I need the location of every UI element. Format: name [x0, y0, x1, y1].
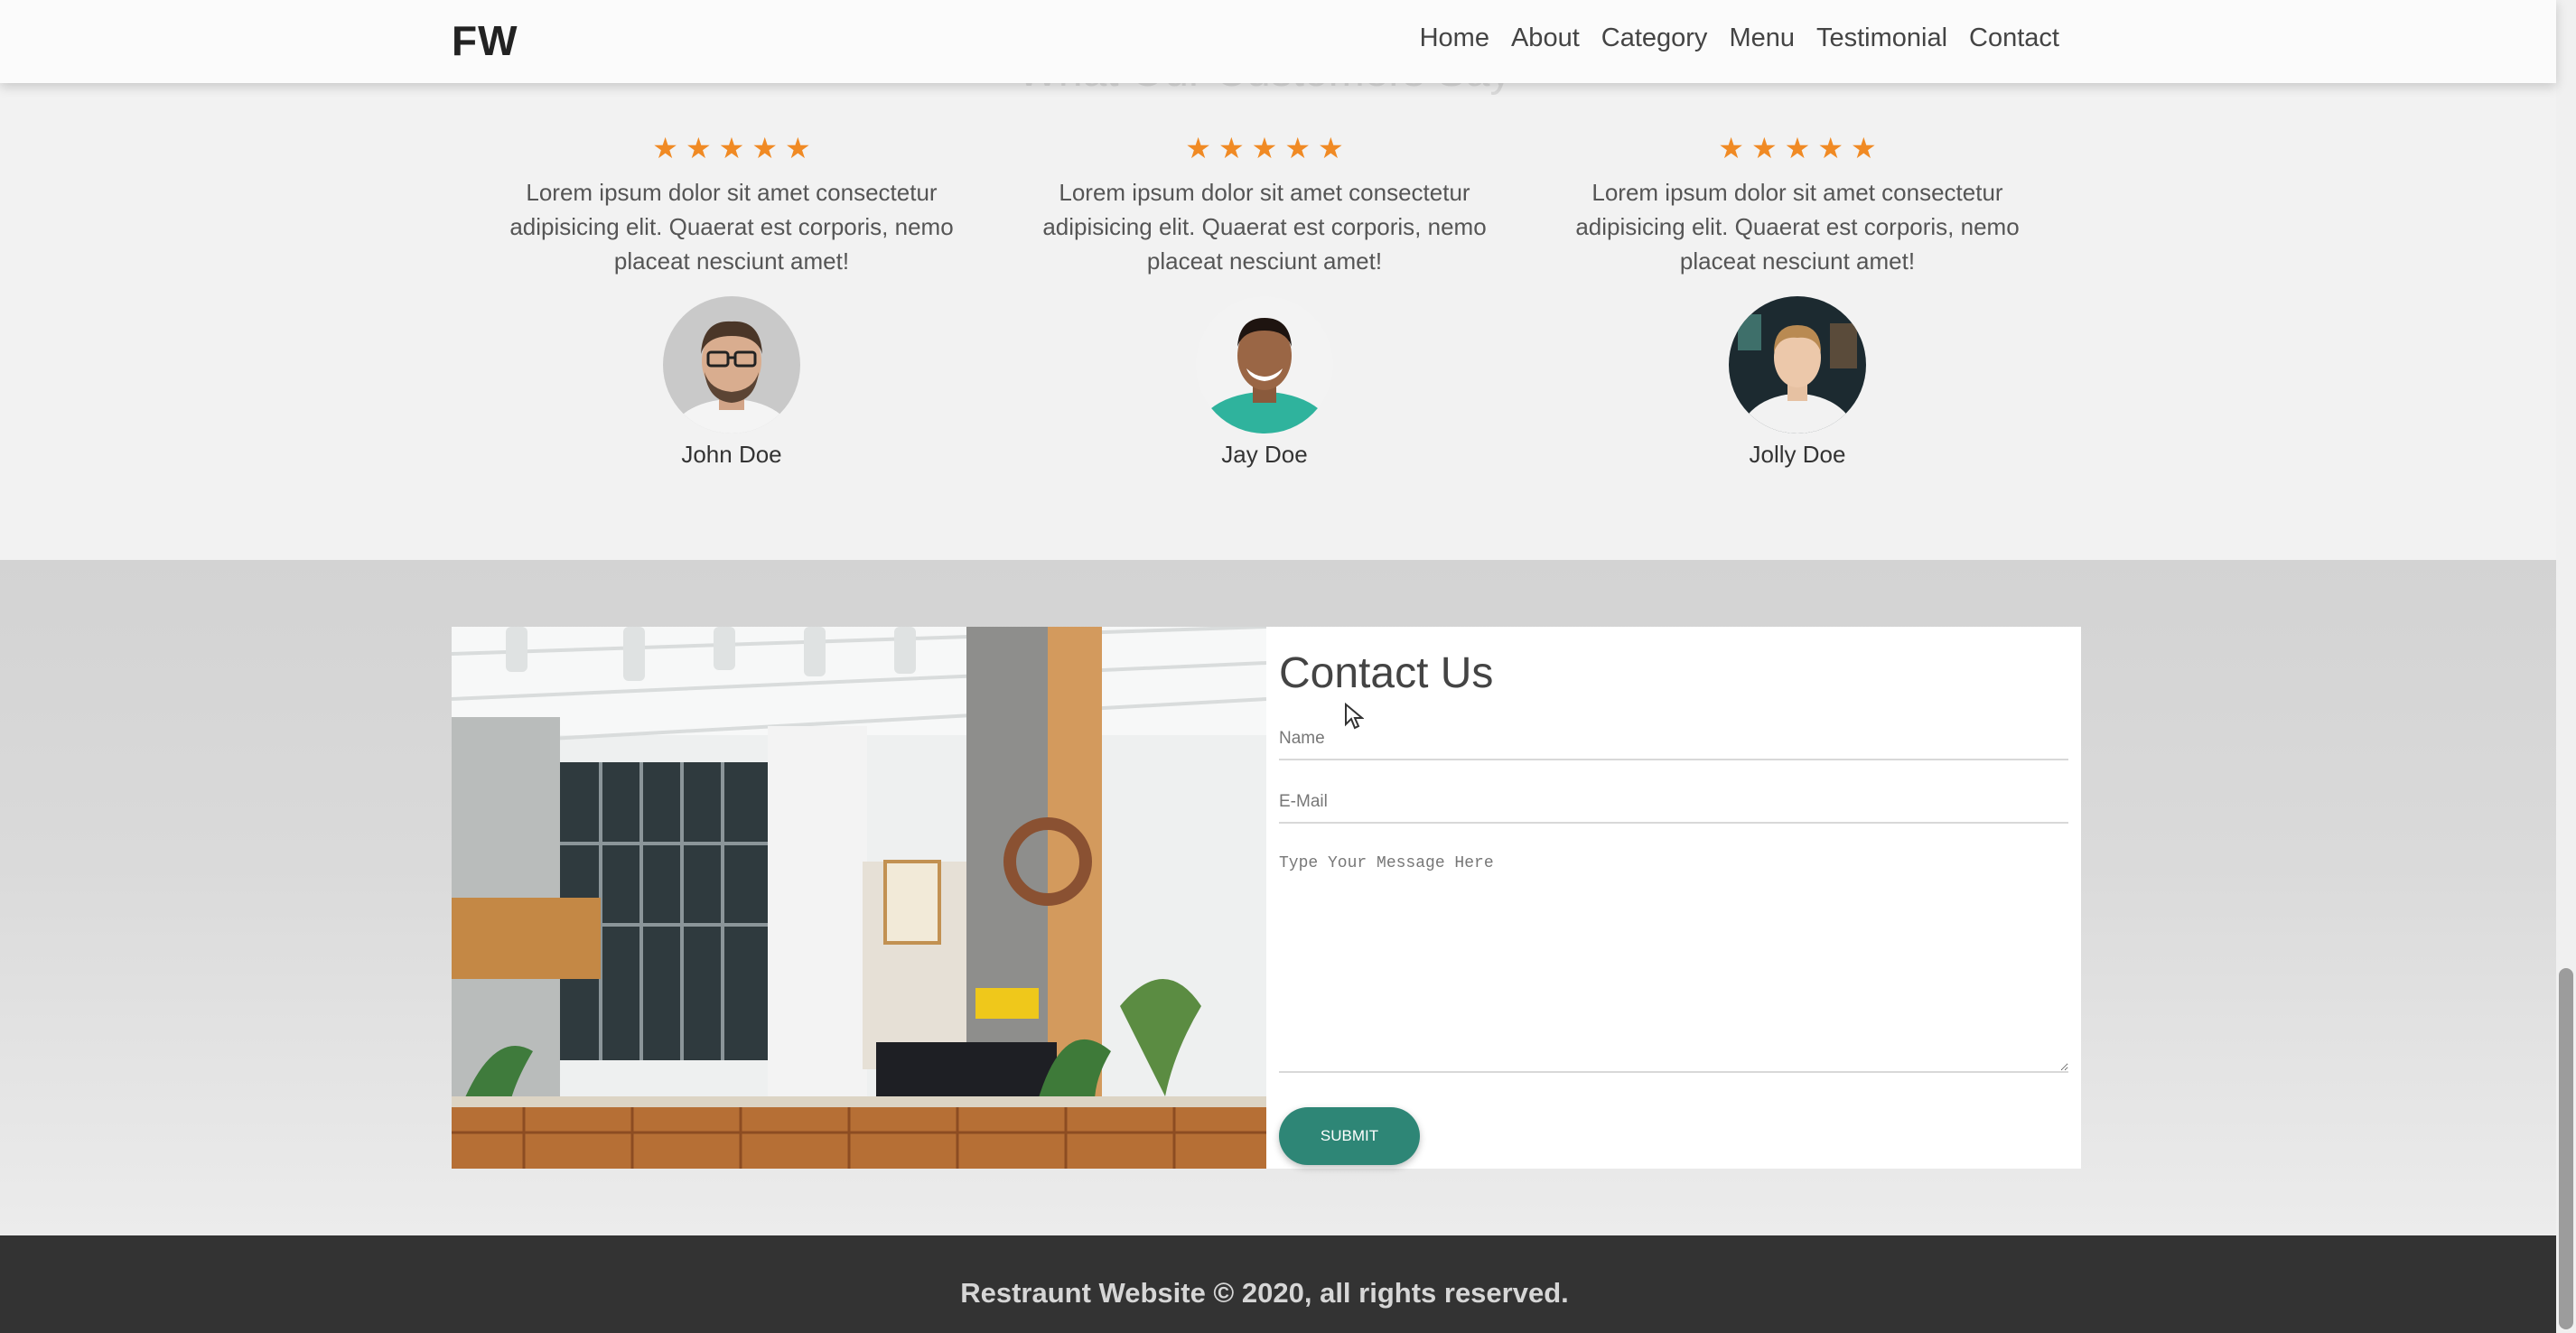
message-textarea[interactable]	[1279, 851, 2068, 1073]
star-icon: ★	[718, 132, 745, 164]
star-icon: ★	[1851, 132, 1877, 164]
testimonial-card: ★ ★ ★ ★ ★ Lorem ipsum dolor sit amet con…	[479, 134, 985, 469]
avatar	[663, 296, 800, 433]
logo[interactable]: FW	[452, 16, 518, 65]
testimonial-card: ★ ★ ★ ★ ★ Lorem ipsum dolor sit amet con…	[1012, 134, 1517, 469]
nav-links: Home About Category Menu Testimonial Con…	[1420, 23, 2059, 53]
star-icon: ★	[1251, 132, 1278, 164]
email-input[interactable]	[1279, 782, 2068, 824]
submit-button[interactable]: SUBMIT	[1279, 1107, 1420, 1165]
customer-name: John Doe	[681, 441, 782, 468]
star-icon: ★	[652, 132, 678, 164]
scrollbar[interactable]	[2556, 0, 2576, 1333]
nav-link-home[interactable]: Home	[1420, 23, 1489, 53]
footer: Restraunt Website © 2020, all rights res…	[0, 1235, 2556, 1333]
scrollbar-thumb[interactable]	[2559, 968, 2573, 1329]
star-icon: ★	[1284, 132, 1311, 164]
restaurant-photo	[452, 627, 1266, 1169]
star-icon: ★	[1718, 132, 1744, 164]
star-icon: ★	[785, 132, 811, 164]
nav-link-category[interactable]: Category	[1601, 23, 1708, 53]
contact-form: Contact Us SUBMIT	[1266, 627, 2081, 1169]
page: FW Home About Category Menu Testimonial …	[0, 0, 2576, 1333]
star-icon: ★	[1318, 132, 1344, 164]
nav-link-testimonial[interactable]: Testimonial	[1816, 23, 1947, 53]
star-icon: ★	[685, 132, 712, 164]
star-icon: ★	[1218, 132, 1245, 164]
testimonial-text: Lorem ipsum dolor sit amet consectetur a…	[509, 179, 954, 275]
star-icon: ★	[751, 132, 779, 164]
copyright-text: Restraunt Website © 2020, all rights res…	[960, 1277, 1569, 1309]
testimonial-text: Lorem ipsum dolor sit amet consectetur a…	[1575, 179, 2020, 275]
nav-link-contact[interactable]: Contact	[1969, 23, 2059, 53]
mouse-cursor-icon	[1345, 703, 1364, 730]
contact-title: Contact Us	[1279, 649, 1494, 697]
star-icon: ★	[1784, 132, 1811, 164]
testimonial-text: Lorem ipsum dolor sit amet consectetur a…	[1042, 179, 1487, 275]
star-icon: ★	[1185, 132, 1211, 164]
testimonials-section: ★ ★ ★ ★ ★ Lorem ipsum dolor sit amet con…	[0, 83, 2556, 560]
star-icon: ★	[1750, 132, 1778, 164]
star-rating: ★ ★ ★ ★ ★	[1545, 134, 2050, 163]
contact-section: Contact Us SUBMIT	[0, 560, 2556, 1235]
customer-name: Jay Doe	[1221, 441, 1308, 468]
star-icon: ★	[1817, 132, 1844, 164]
nav-link-about[interactable]: About	[1511, 23, 1580, 53]
avatar	[1196, 296, 1333, 433]
customer-name: Jolly Doe	[1749, 441, 1846, 468]
testimonial-card: ★ ★ ★ ★ ★ Lorem ipsum dolor sit amet con…	[1545, 134, 2050, 469]
navbar: FW Home About Category Menu Testimonial …	[0, 0, 2556, 83]
star-rating: ★ ★ ★ ★ ★	[479, 134, 985, 163]
star-rating: ★ ★ ★ ★ ★	[1012, 134, 1517, 163]
name-input[interactable]	[1279, 719, 2068, 760]
nav-link-menu[interactable]: Menu	[1729, 23, 1795, 53]
avatar	[1729, 296, 1866, 433]
